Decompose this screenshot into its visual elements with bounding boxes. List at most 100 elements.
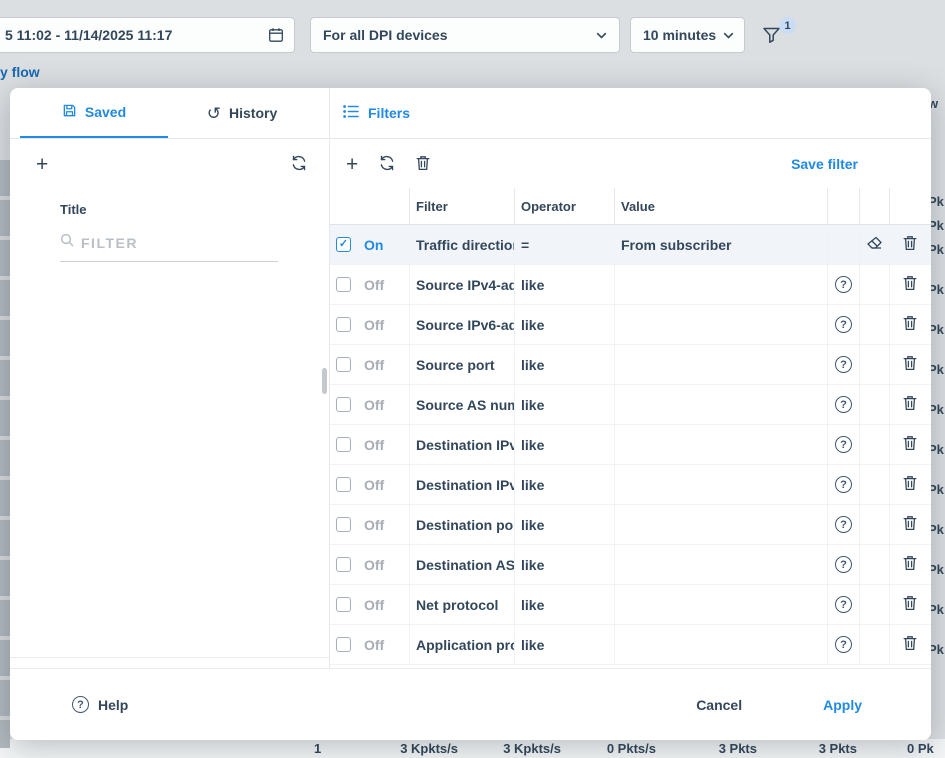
row-value[interactable] (615, 305, 828, 344)
row-checkbox[interactable] (336, 357, 351, 372)
row-filter-name[interactable]: Destination port (410, 505, 515, 544)
row-filter-name[interactable]: Net protocol (410, 585, 515, 624)
row-checkbox[interactable] (336, 637, 351, 652)
help-icon[interactable] (835, 356, 852, 373)
row-checkbox[interactable] (336, 557, 351, 572)
row-checkbox[interactable] (336, 437, 351, 452)
row-filter-name[interactable]: Destination IPv6-address (410, 465, 515, 504)
delete-row-button[interactable] (903, 395, 917, 414)
delete-row-button[interactable] (903, 475, 917, 494)
clear-filter-button[interactable] (866, 236, 883, 253)
delete-row-button[interactable] (903, 595, 917, 614)
delete-row-button[interactable] (903, 435, 917, 454)
row-filter-name[interactable]: Application protocol (410, 625, 515, 664)
row-operator[interactable]: like (515, 505, 615, 544)
row-operator[interactable]: like (515, 625, 615, 664)
row-checkbox[interactable] (336, 317, 351, 332)
row-filter-name[interactable]: Traffic direction (410, 225, 515, 264)
cancel-button[interactable]: Cancel (696, 697, 742, 713)
row-operator[interactable]: like (515, 585, 615, 624)
row-value[interactable] (615, 585, 828, 624)
row-toggle-label[interactable]: Off (356, 505, 410, 544)
row-value[interactable]: From subscriber (615, 225, 828, 264)
row-filter-name[interactable]: Source AS number (410, 385, 515, 424)
delete-row-button[interactable] (903, 235, 917, 254)
row-filter-name[interactable]: Destination IPv4-address (410, 425, 515, 464)
tab-saved[interactable]: Saved (20, 88, 168, 138)
row-filter-name[interactable]: Source IPv6-address (410, 305, 515, 344)
row-checkbox[interactable] (336, 397, 351, 412)
filter-funnel-button[interactable] (762, 26, 781, 47)
row-toggle-label[interactable]: Off (356, 545, 410, 584)
help-icon[interactable] (835, 556, 852, 573)
row-toggle-label[interactable]: Off (356, 385, 410, 424)
help-icon[interactable] (835, 516, 852, 533)
row-operator[interactable]: like (515, 545, 615, 584)
row-checkbox[interactable] (336, 517, 351, 532)
title-filter-input[interactable] (81, 235, 261, 251)
row-value[interactable] (615, 345, 828, 384)
tab-history[interactable]: History (168, 88, 316, 138)
save-filter-button[interactable]: Save filter (791, 156, 858, 172)
row-operator[interactable]: like (515, 385, 615, 424)
row-value[interactable] (615, 625, 828, 664)
row-toggle-label[interactable]: Off (356, 425, 410, 464)
row-filter-name[interactable]: Destination AS number (410, 545, 515, 584)
row-value[interactable] (615, 545, 828, 584)
row-operator[interactable]: like (515, 465, 615, 504)
row-toggle-label[interactable]: Off (356, 265, 410, 304)
row-toggle-label[interactable]: Off (356, 305, 410, 344)
row-toggle-label[interactable]: Off (356, 345, 410, 384)
help-icon[interactable] (835, 316, 852, 333)
help-icon[interactable] (835, 276, 852, 293)
help-button[interactable]: Help (72, 696, 128, 713)
row-checkbox[interactable] (336, 277, 351, 292)
list-icon (343, 105, 359, 121)
scrollbar-thumb[interactable] (322, 368, 327, 394)
row-checkbox[interactable] (336, 477, 351, 492)
help-icon[interactable] (835, 436, 852, 453)
bg-cell-value: 0 Pkts/s (607, 741, 656, 756)
delete-row-button[interactable] (903, 355, 917, 374)
row-checkbox[interactable] (336, 237, 351, 252)
add-filter-button[interactable] (346, 154, 358, 175)
flow-breadcrumb-link[interactable]: y flow (0, 64, 40, 80)
row-toggle-label[interactable]: Off (356, 625, 410, 664)
tab-saved-label: Saved (85, 104, 126, 120)
row-value[interactable] (615, 465, 828, 504)
row-checkbox[interactable] (336, 597, 351, 612)
delete-row-button[interactable] (903, 315, 917, 334)
device-select[interactable]: For all DPI devices (310, 17, 620, 53)
row-value[interactable] (615, 385, 828, 424)
row-operator[interactable]: like (515, 425, 615, 464)
row-operator[interactable]: like (515, 305, 615, 344)
interval-select[interactable]: 10 minutes (630, 17, 745, 53)
date-range-picker[interactable]: 5 11:02 - 11/14/2025 11:17 (0, 17, 295, 53)
row-toggle-label[interactable]: Off (356, 465, 410, 504)
row-filter-name[interactable]: Source port (410, 345, 515, 384)
row-value[interactable] (615, 425, 828, 464)
help-icon[interactable] (835, 396, 852, 413)
refresh-filters-button[interactable] (379, 155, 395, 174)
delete-all-filters-button[interactable] (416, 155, 430, 174)
help-icon[interactable] (835, 636, 852, 653)
delete-row-button[interactable] (903, 275, 917, 294)
row-filter-name[interactable]: Source IPv4-address (410, 265, 515, 304)
apply-button[interactable]: Apply (823, 697, 862, 713)
help-icon[interactable] (835, 476, 852, 493)
help-icon[interactable] (835, 596, 852, 613)
plus-icon (36, 154, 48, 175)
delete-row-button[interactable] (903, 515, 917, 534)
refresh-saved-button[interactable] (291, 155, 307, 174)
col-header-operator: Operator (515, 188, 615, 224)
row-operator[interactable]: = (515, 225, 615, 264)
row-operator[interactable]: like (515, 265, 615, 304)
delete-row-button[interactable] (903, 555, 917, 574)
row-toggle-label[interactable]: On (356, 225, 410, 264)
add-saved-filter-button[interactable] (36, 154, 48, 175)
row-value[interactable] (615, 505, 828, 544)
row-value[interactable] (615, 265, 828, 304)
row-operator[interactable]: like (515, 345, 615, 384)
row-toggle-label[interactable]: Off (356, 585, 410, 624)
delete-row-button[interactable] (903, 635, 917, 654)
